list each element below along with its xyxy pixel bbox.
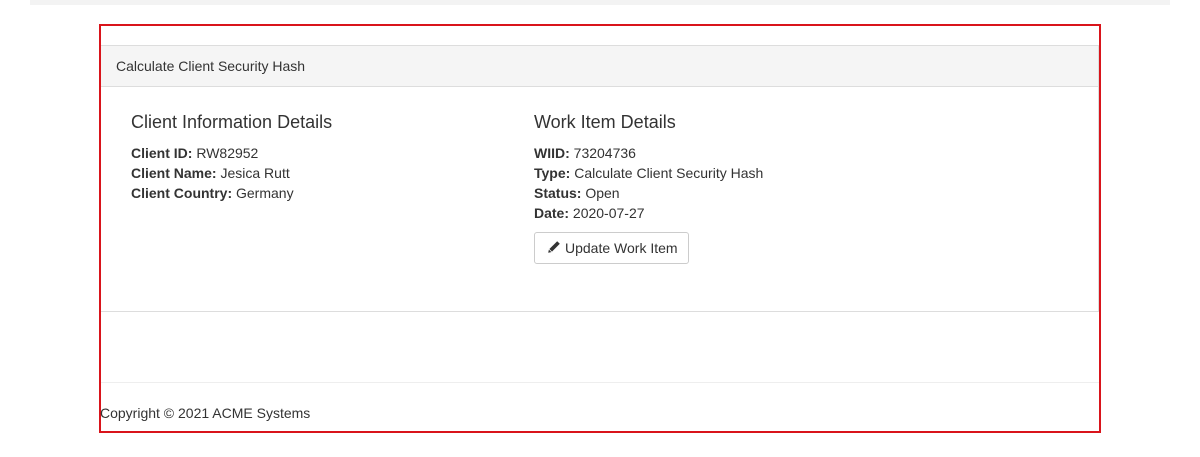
- date-label: Date:: [534, 205, 570, 221]
- client-country-label: Client Country:: [131, 185, 233, 201]
- status-row: Status: Open: [534, 183, 763, 203]
- client-info-heading: Client Information Details: [131, 112, 333, 132]
- client-name-row: Client Name: Jesica Rutt: [131, 163, 332, 183]
- type-value: Calculate Client Security Hash: [574, 165, 764, 181]
- type-row: Type: Calculate Client Security Hash: [534, 163, 763, 183]
- update-work-item-button[interactable]: Update Work Item: [534, 232, 689, 264]
- client-country-row: Client Country: Germany: [131, 183, 332, 203]
- footer-copyright: Copyright © 2021 ACME Systems: [100, 405, 311, 421]
- status-value: Open: [585, 185, 620, 201]
- pencil-icon: [547, 240, 565, 257]
- top-bar: [30, 0, 1170, 5]
- client-name-label: Client Name:: [131, 165, 217, 181]
- wiid-row: WIID: 73204736: [534, 143, 763, 163]
- status-label: Status:: [534, 185, 582, 201]
- wiid-value: 73204736: [573, 145, 636, 161]
- work-item-section: Work Item Details WIID: 73204736 Type: C…: [534, 110, 763, 223]
- work-item-heading: Work Item Details: [534, 112, 676, 132]
- footer-divider: [101, 382, 1099, 383]
- update-work-item-label: Update Work Item: [565, 240, 678, 256]
- highlight-frame: Calculate Client Security Hash Client In…: [99, 24, 1101, 433]
- client-id-label: Client ID:: [131, 145, 193, 161]
- type-label: Type:: [534, 165, 571, 181]
- client-name-value: Jesica Rutt: [220, 165, 290, 181]
- date-row: Date: 2020-07-27: [534, 203, 763, 223]
- client-info-section: Client Information Details Client ID: RW…: [131, 110, 332, 203]
- client-country-value: Germany: [236, 185, 294, 201]
- client-id-row: Client ID: RW82952: [131, 143, 332, 163]
- work-item-panel: Calculate Client Security Hash Client In…: [101, 45, 1099, 312]
- wiid-label: WIID:: [534, 145, 570, 161]
- panel-heading: Calculate Client Security Hash: [101, 46, 1098, 87]
- client-id-value: RW82952: [196, 145, 259, 161]
- date-value: 2020-07-27: [572, 205, 645, 221]
